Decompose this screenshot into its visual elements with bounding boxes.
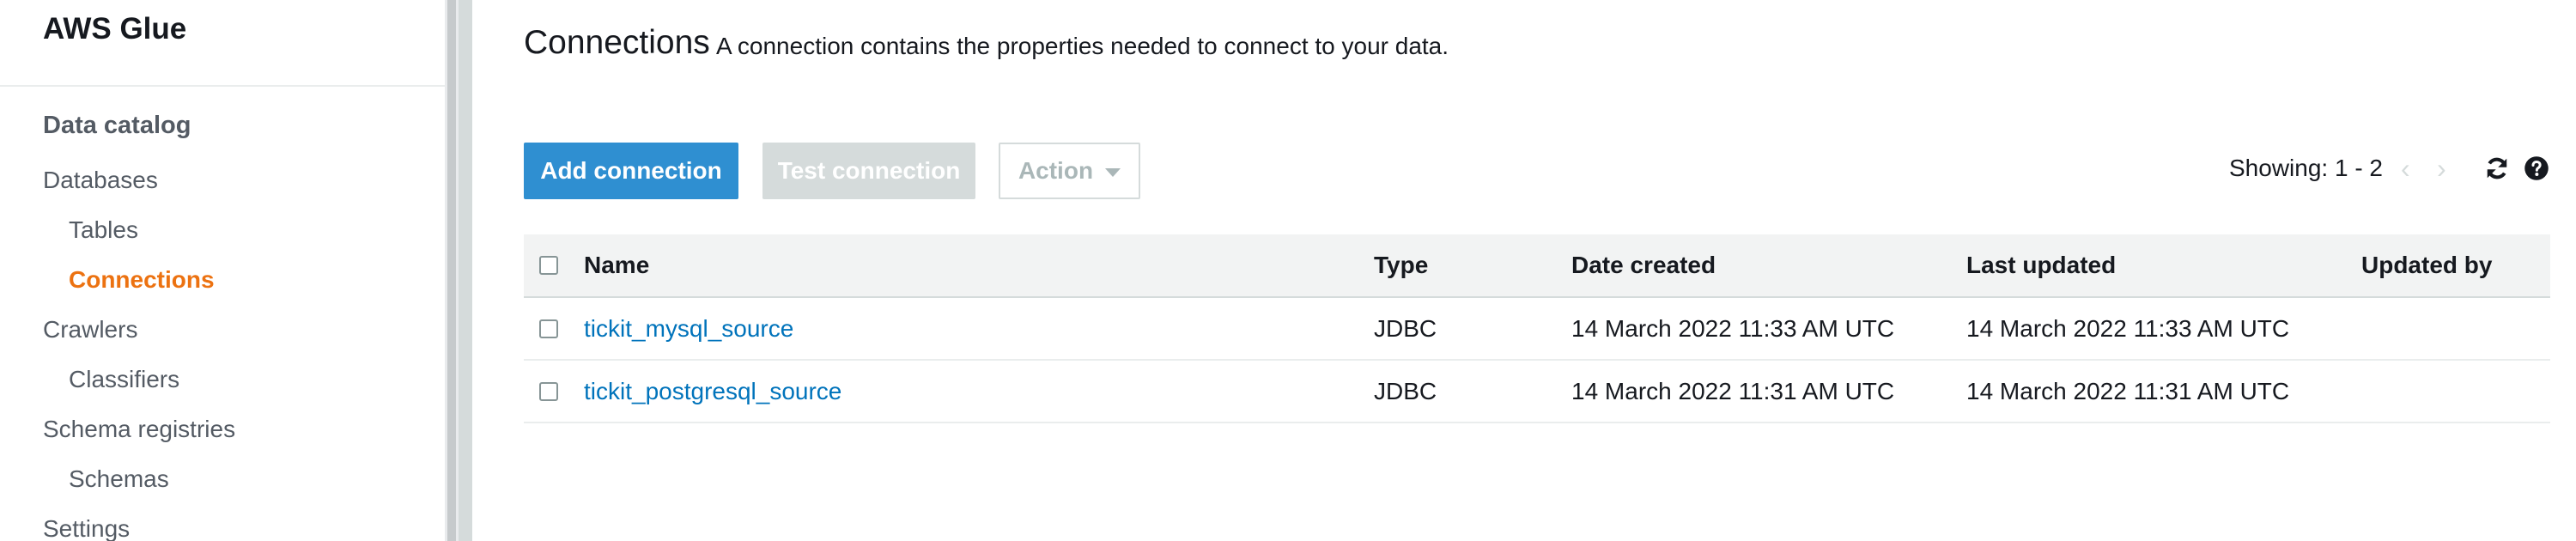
column-header-updated-by[interactable]: Updated by	[2361, 234, 2492, 296]
connection-last-updated: 14 March 2022 11:33 AM UTC	[1966, 314, 2290, 342]
column-header-name[interactable]: Name	[584, 234, 649, 296]
connections-table: Name Type Date created Last updated Upda…	[524, 234, 2550, 423]
sidebar-resize-handle[interactable]	[459, 0, 472, 541]
sidebar-item-classifiers[interactable]: Classifiers	[69, 366, 179, 393]
column-header-last-updated[interactable]: Last updated	[1966, 234, 2116, 296]
add-connection-button[interactable]: Add connection	[524, 143, 738, 199]
row-select-cell	[539, 361, 558, 422]
table-row[interactable]: tickit_postgresql_source JDBC 14 March 2…	[524, 361, 2550, 423]
page-description: A connection contains the properties nee…	[716, 33, 1449, 59]
sidebar-item-schemas[interactable]: Schemas	[69, 465, 169, 493]
select-all-cell	[539, 234, 558, 296]
app-root: AWS Glue Data catalog Databases Tables C…	[0, 0, 2576, 541]
sidebar-item-schema-registries[interactable]: Schema registries	[43, 416, 235, 443]
sidebar-scrollbar-thumb[interactable]	[447, 0, 456, 541]
row-checkbox[interactable]	[539, 381, 558, 401]
action-dropdown[interactable]: Action	[999, 143, 1140, 199]
sidebar-item-tables[interactable]: Tables	[69, 216, 138, 244]
help-icon[interactable]	[2524, 155, 2549, 181]
refresh-icon[interactable]	[2484, 155, 2510, 181]
sidebar-section-data-catalog: Data catalog	[43, 112, 191, 139]
sidebar: AWS Glue Data catalog Databases Tables C…	[0, 0, 445, 541]
sidebar-item-connections[interactable]: Connections	[69, 266, 215, 294]
chevron-left-icon[interactable]: ‹	[2401, 153, 2410, 185]
connection-type: JDBC	[1374, 377, 1437, 404]
action-dropdown-label: Action	[1018, 157, 1094, 184]
connection-name-link[interactable]: tickit_mysql_source	[584, 298, 793, 359]
connection-last-updated: 14 March 2022 11:31 AM UTC	[1966, 377, 2290, 404]
pagination-status: Showing: 1 - 2	[2229, 155, 2383, 181]
sidebar-divider	[0, 85, 445, 87]
caret-down-icon	[1105, 167, 1121, 177]
sidebar-scrollbar[interactable]	[445, 0, 459, 541]
test-connection-button[interactable]: Test connection	[762, 143, 975, 199]
chevron-right-icon[interactable]: ›	[2437, 153, 2446, 185]
connection-name-link[interactable]: tickit_postgresql_source	[584, 361, 841, 422]
page-title: Connections	[524, 24, 710, 61]
app-title: AWS Glue	[43, 12, 187, 46]
connection-date-created: 14 March 2022 11:31 AM UTC	[1571, 377, 1895, 404]
row-select-cell	[539, 298, 558, 359]
table-header: Name Type Date created Last updated Upda…	[524, 234, 2550, 298]
connection-date-created: 14 March 2022 11:33 AM UTC	[1571, 314, 1895, 342]
column-header-type[interactable]: Type	[1374, 234, 1428, 296]
sidebar-item-databases[interactable]: Databases	[43, 167, 158, 194]
select-all-checkbox[interactable]	[539, 256, 558, 275]
sidebar-item-crawlers[interactable]: Crawlers	[43, 316, 137, 343]
sidebar-item-settings[interactable]: Settings	[43, 515, 130, 541]
row-checkbox[interactable]	[539, 319, 558, 338]
connection-type: JDBC	[1374, 314, 1437, 342]
column-header-date-created[interactable]: Date created	[1571, 234, 1716, 296]
table-row[interactable]: tickit_mysql_source JDBC 14 March 2022 1…	[524, 298, 2550, 361]
